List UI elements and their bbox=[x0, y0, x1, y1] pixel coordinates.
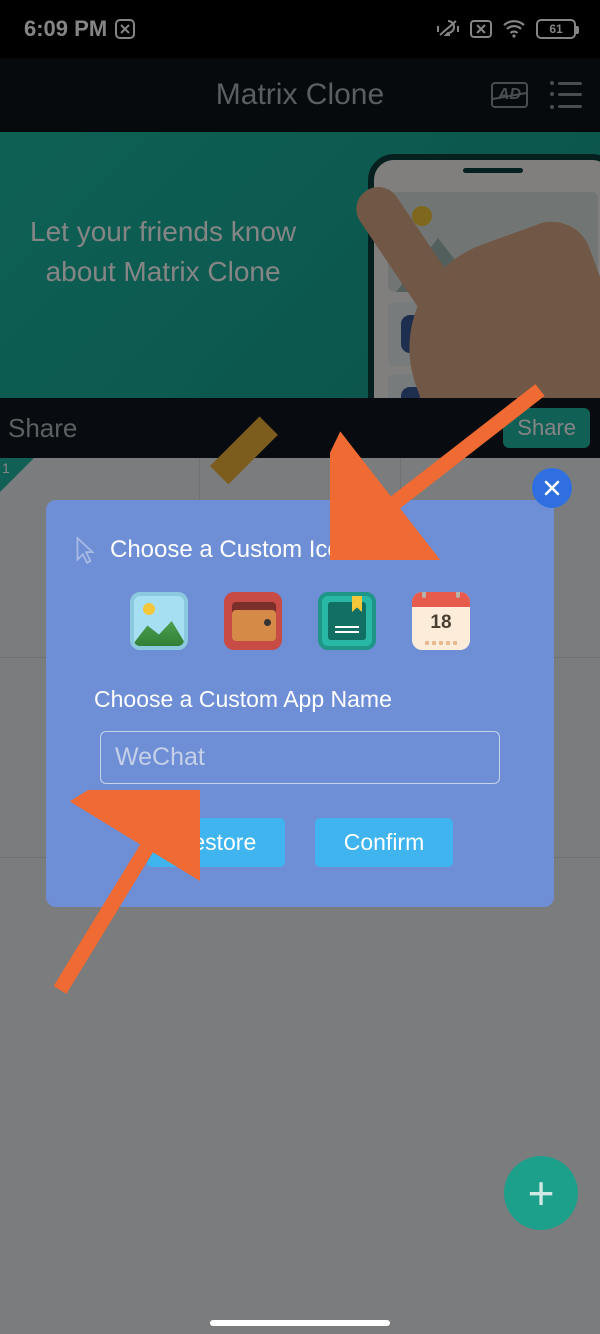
icon-options-row: 18 bbox=[74, 592, 526, 650]
home-indicator[interactable] bbox=[210, 1320, 390, 1326]
calendar-day: 18 bbox=[412, 612, 470, 634]
icon-option-wallet[interactable] bbox=[224, 592, 282, 650]
dialog-close-button[interactable] bbox=[532, 468, 572, 508]
custom-icon-dialog: Choose a Custom Icon 18 Choose a Custom … bbox=[46, 500, 554, 907]
icon-option-calendar[interactable]: 18 bbox=[412, 592, 470, 650]
dialog-subtitle: Choose a Custom App Name bbox=[94, 686, 526, 713]
icon-option-gallery[interactable] bbox=[130, 592, 188, 650]
plus-icon: + bbox=[528, 1166, 555, 1220]
close-icon bbox=[542, 478, 562, 498]
confirm-button[interactable]: Confirm bbox=[315, 818, 453, 867]
restore-button[interactable]: Restore bbox=[147, 818, 285, 867]
app-name-input[interactable] bbox=[100, 731, 500, 784]
cursor-icon bbox=[74, 536, 96, 564]
icon-option-book[interactable] bbox=[318, 592, 376, 650]
dialog-title: Choose a Custom Icon bbox=[110, 536, 354, 564]
add-clone-fab[interactable]: + bbox=[504, 1156, 578, 1230]
